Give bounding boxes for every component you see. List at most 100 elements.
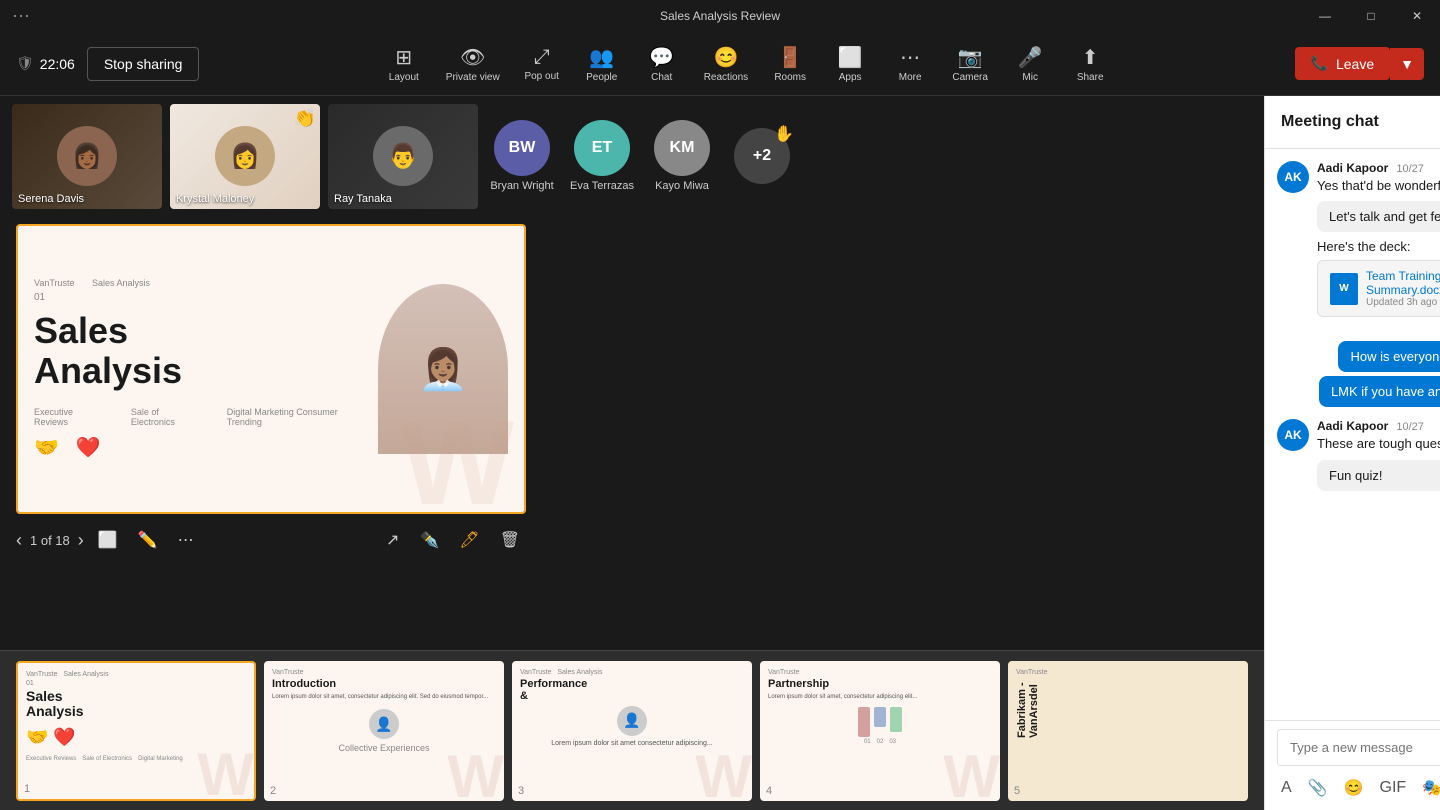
slide-prev-button[interactable]: ‹ (16, 530, 22, 551)
file-updated: Updated 3h ago (1366, 297, 1440, 308)
aadi-avatar-inner-2: AK (1277, 419, 1309, 451)
participant-name-kayo: Kayo Miwa (655, 180, 709, 192)
slide-number: 01 (34, 292, 370, 303)
window-controls: — □ ✕ (1302, 0, 1440, 32)
toolbar-apps[interactable]: ⬜ Apps (822, 39, 878, 89)
thumb-4-number: 4 (766, 785, 772, 797)
shield-icon: 🛡 (16, 55, 34, 72)
slide-pointer-button[interactable]: ↗ (380, 526, 405, 554)
slide-pen-button[interactable]: ✒️ (413, 526, 445, 554)
message-row-aadi-2: AK Aadi Kapoor 10/27 These are tough que… (1277, 419, 1440, 490)
slide-text-area: VanTruste Sales Analysis 01 SalesAnalysi… (34, 278, 370, 459)
chat-panel: Meeting chat ✕ AK Aadi Kapoor 10/27 Yes … (1264, 96, 1440, 810)
message-meta-aadi-2: Aadi Kapoor 10/27 (1317, 419, 1440, 433)
avatar-circle-eva: ET (574, 120, 630, 176)
participant-name-serena: Serena Davis (18, 193, 84, 205)
avatar-circle-bryan: BW (494, 120, 550, 176)
toolbar-left: 🛡 22:06 Stop sharing (16, 47, 199, 81)
thumb-4-watermark: W (943, 742, 1000, 801)
slide-container: VanTruste Sales Analysis 01 SalesAnalysi… (16, 224, 526, 642)
maximize-button[interactable]: □ (1348, 0, 1394, 32)
slide-highlight-button[interactable]: 🖊 (453, 526, 485, 554)
avatar-circle-kayo: KM (654, 120, 710, 176)
stop-sharing-button[interactable]: Stop sharing (87, 47, 200, 81)
text-size-increase[interactable]: A↑ (542, 346, 569, 372)
thumb-3-title: Performance& (520, 678, 744, 702)
thumb-2-watermark: W (447, 742, 504, 801)
participant-name-bryan: Bryan Wright (490, 180, 553, 192)
toolbar-center: ⊞ Layout 👁 Private view ⤢ Pop out 👥 Peop… (376, 39, 1118, 89)
message-time-aadi-2: 10/27 (1396, 421, 1424, 433)
slide-eraser-button[interactable]: 🗑 (494, 526, 526, 554)
close-button[interactable]: ✕ (1394, 0, 1440, 32)
thumbnail-2[interactable]: VanTruste Introduction Lorem ipsum dolor… (264, 661, 504, 801)
leave-dropdown-button[interactable]: ▼ (1390, 48, 1424, 80)
title-bar: ⋯ Sales Analysis Review — □ ✕ (0, 0, 1440, 32)
toolbar-share[interactable]: ⬆ Share (1062, 39, 1118, 89)
toolbar-camera[interactable]: 📷 Camera (942, 39, 998, 89)
chat-emoji-button[interactable]: 😊 (1340, 774, 1368, 802)
slide-annotate-button[interactable]: ✏️ (132, 526, 164, 554)
toolbar-layout[interactable]: ⊞ Layout (376, 39, 432, 89)
rooms-icon: 🚪 (778, 45, 803, 70)
toolbar-private-view[interactable]: 👁 Private view (436, 39, 510, 89)
toolbar-people[interactable]: 👥 People (574, 39, 630, 89)
mic-icon: 🎤 (1018, 45, 1043, 70)
toolbar-chat[interactable]: 💬 Chat (634, 39, 690, 89)
private-view-icon: 👁 (460, 45, 485, 70)
chat-input-area: A 📎 😊 GIF 🎭 ⋯ ➤ (1265, 720, 1440, 810)
thumb-4-title: Partnership (768, 678, 992, 690)
slide-next-button[interactable]: › (78, 530, 84, 551)
file-card[interactable]: W Team Training Summary.docx ... Updated… (1317, 260, 1440, 317)
toolbar-pop-out[interactable]: ⤢ Pop out (514, 40, 570, 88)
chat-gif-button[interactable]: GIF (1376, 775, 1411, 801)
chat-format-button[interactable]: A (1277, 775, 1296, 801)
thumb-2-avatar: 👤 (272, 709, 496, 739)
slide-description: Every company should have a quarterly, o… (542, 224, 1248, 642)
thumbnail-3[interactable]: VanTruste Sales Analysis Performance& 👤 … (512, 661, 752, 801)
participant-avatar-eva: ET Eva Terrazas (566, 104, 638, 209)
message-content-aadi-2: Aadi Kapoor 10/27 These are tough questi… (1317, 419, 1440, 490)
main-content: 👩🏾 Serena Davis 👩 👏 Krystal Maloney 👨 Ra… (0, 96, 1440, 810)
thumb-1-number: 1 (24, 783, 30, 795)
thumbnail-5[interactable]: VanTruste Fabrikam - VanArsdel 5 (1008, 661, 1248, 801)
chat-input-field[interactable] (1277, 729, 1440, 766)
toolbar-reactions[interactable]: 😊 Reactions (694, 39, 758, 89)
chat-input-toolbar: A 📎 😊 GIF 🎭 ⋯ ➤ (1277, 774, 1440, 802)
toolbar-more[interactable]: ⋯ More (882, 39, 938, 89)
message-time-aadi-1: 10/27 (1396, 163, 1424, 175)
left-panel: 👩🏾 Serena Davis 👩 👏 Krystal Maloney 👨 Ra… (0, 96, 1264, 810)
thumb-2-text: Lorem ipsum dolor sit amet, consectetur … (272, 694, 496, 702)
chat-sticker-button[interactable]: 🎭 (1418, 774, 1440, 802)
thumb-2-title: Introduction (272, 678, 496, 690)
participant-name-krystal: Krystal Maloney (176, 193, 254, 205)
participant-video-ray: 👨 Ray Tanaka (328, 104, 478, 209)
leave-button[interactable]: 📞 Leave (1295, 47, 1391, 80)
chat-attach-button[interactable]: 📎 (1304, 774, 1332, 802)
slide-expand-button[interactable]: ⬜ (92, 526, 124, 554)
pop-out-icon: ⤢ (534, 46, 550, 69)
slide-decorations: 🤝 ❤️ (34, 435, 370, 460)
chat-title: Meeting chat (1281, 113, 1379, 131)
participant-more[interactable]: +2 ✋ (726, 104, 798, 209)
window-title: Sales Analysis Review (660, 9, 780, 23)
thumb-3-number: 3 (518, 785, 524, 797)
window-menu-dots[interactable]: ⋯ (12, 6, 32, 27)
thumbnail-1[interactable]: VanTruste Sales Analysis 01 SalesAnalysi… (16, 661, 256, 801)
thumb-1-title: SalesAnalysis (26, 689, 246, 720)
toolbar-rooms[interactable]: 🚪 Rooms (762, 39, 818, 89)
text-size-decrease[interactable]: A↓ (581, 350, 600, 368)
slide-watermark: W (401, 394, 514, 514)
participant-video-krystal: 👩 👏 Krystal Maloney (170, 104, 320, 209)
minimize-button[interactable]: — (1302, 0, 1348, 32)
thumb-4-bars (768, 707, 992, 737)
slide-more-button[interactable]: ⋯ (172, 526, 200, 554)
toolbar-mic[interactable]: 🎤 Mic (1002, 39, 1058, 89)
message-sender-aadi-2: Aadi Kapoor (1317, 419, 1388, 433)
thumbnail-4[interactable]: VanTruste Partnership Lorem ipsum dolor … (760, 661, 1000, 801)
message-content-aadi-1: Aadi Kapoor 10/27 Yes that'd be wonderfu… (1317, 161, 1440, 317)
more-icon: ⋯ (900, 45, 920, 70)
thumb-3-avatar: 👤 (520, 706, 744, 736)
chat-header: Meeting chat ✕ (1265, 96, 1440, 149)
apps-icon: ⬜ (838, 45, 863, 70)
